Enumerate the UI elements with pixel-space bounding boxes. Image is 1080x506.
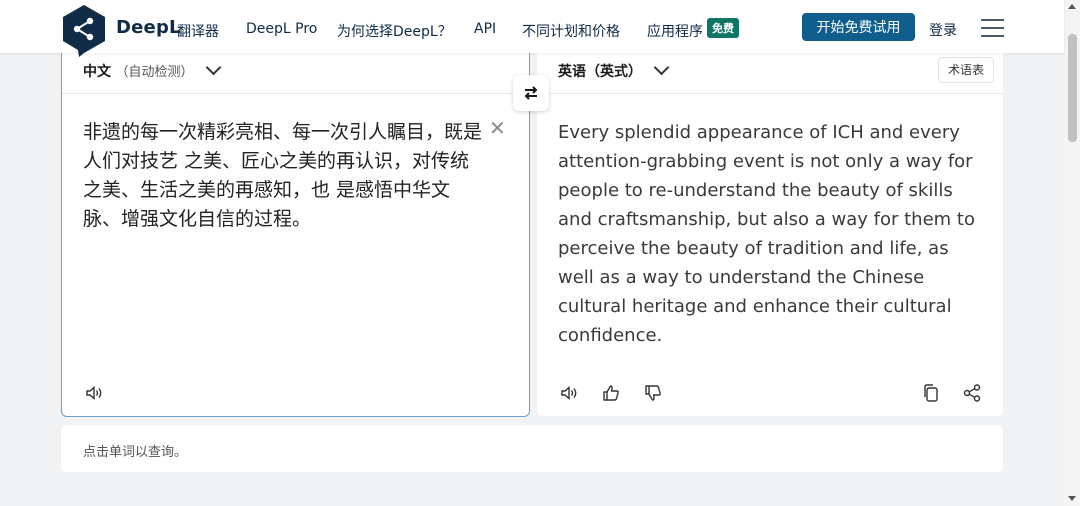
chevron-down-icon xyxy=(205,59,222,76)
clear-text-icon[interactable]: ✕ xyxy=(489,116,506,140)
login-link[interactable]: 登录 xyxy=(929,20,957,40)
copy-icon[interactable] xyxy=(921,383,941,403)
thumbs-up-icon[interactable] xyxy=(601,383,621,403)
source-divider xyxy=(62,93,529,94)
source-language: 中文 xyxy=(83,64,111,80)
share-icon[interactable] xyxy=(962,383,982,403)
brand-name[interactable]: DeepL xyxy=(116,17,181,38)
source-panel: 中文 （自动检测） 非遗的每一次精彩亮相、每一次引人瞩目，既是人们对技艺 之美、… xyxy=(61,46,530,417)
menu-icon[interactable] xyxy=(981,19,1004,37)
source-language-selector[interactable]: 中文 （自动检测） xyxy=(83,59,222,81)
target-divider xyxy=(537,93,1003,94)
thumbs-down-icon[interactable] xyxy=(643,383,663,403)
auto-detect-label: （自动检测） xyxy=(115,65,194,80)
nav-apps[interactable]: 应用程序 xyxy=(647,21,703,41)
start-free-trial-button[interactable]: 开始免费试用 xyxy=(802,13,915,41)
target-language: 英语（英式） xyxy=(558,64,642,80)
speaker-icon[interactable] xyxy=(559,383,579,403)
source-text-input[interactable]: 非遗的每一次精彩亮相、每一次引人瞩目，既是人们对技艺 之美、匠心之美的再认识，对… xyxy=(83,118,483,234)
swap-languages-button[interactable] xyxy=(513,75,549,111)
scroll-up-arrow-icon[interactable] xyxy=(1068,4,1076,9)
nav-why-deepl[interactable]: 为何选择DeepL？ xyxy=(337,21,452,41)
glossary-button[interactable]: 术语表 xyxy=(937,57,994,83)
top-navigation-bar: DeepL 翻译器 DeepL Pro 为何选择DeepL？ API 不同计划和… xyxy=(0,0,1064,57)
deepl-logo-icon[interactable] xyxy=(61,4,107,58)
translation-output[interactable]: Every splendid appearance of ICH and eve… xyxy=(558,118,988,350)
brand-subtitle[interactable]: 翻译器 xyxy=(177,21,219,41)
page-scrollbar[interactable] xyxy=(1064,0,1080,506)
free-badge: 免费 xyxy=(707,18,739,38)
scroll-down-arrow-icon[interactable] xyxy=(1068,496,1076,501)
speaker-icon[interactable] xyxy=(84,383,104,403)
nav-deepl-pro[interactable]: DeepL Pro xyxy=(246,21,317,37)
swap-icon xyxy=(524,86,538,100)
scrollbar-thumb[interactable] xyxy=(1068,34,1077,142)
nav-api[interactable]: API xyxy=(474,21,496,37)
chevron-down-icon xyxy=(654,59,670,76)
dictionary-panel: 点击单词以查询。 xyxy=(61,425,1003,472)
dictionary-hint: 点击单词以查询。 xyxy=(83,445,188,460)
nav-plans-pricing[interactable]: 不同计划和价格 xyxy=(522,21,620,41)
target-panel: 英语（英式） 术语表 Every splendid appearance of … xyxy=(537,46,1003,416)
target-language-selector[interactable]: 英语（英式） xyxy=(558,59,670,81)
